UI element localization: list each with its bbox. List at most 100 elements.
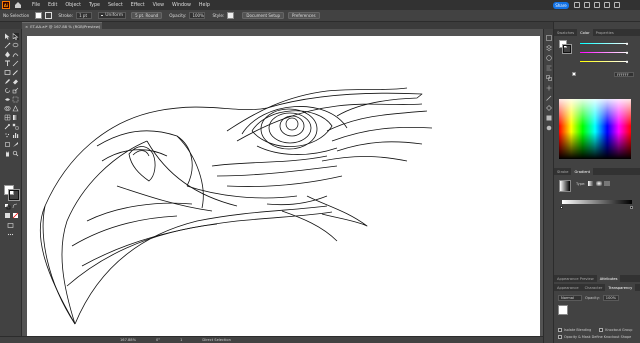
- gradient-slider[interactable]: [562, 200, 632, 204]
- opacity-mask-checkbox[interactable]: [558, 335, 562, 339]
- align-panel-icon[interactable]: [546, 65, 552, 71]
- menu-window[interactable]: Window: [172, 3, 191, 8]
- menu-effect[interactable]: Effect: [131, 3, 145, 8]
- tab-attributes[interactable]: Attributes: [596, 275, 621, 282]
- rotation-angle[interactable]: 0°: [156, 338, 160, 342]
- symbols-panel-icon[interactable]: [546, 105, 552, 111]
- properties-panel-icon[interactable]: [546, 35, 552, 41]
- home-icon[interactable]: [14, 1, 22, 9]
- mesh-icon[interactable]: [4, 114, 11, 121]
- layers-panel-icon[interactable]: [545, 45, 553, 51]
- document-setup-button[interactable]: Document Setup: [242, 12, 285, 19]
- blend-icon[interactable]: [12, 123, 19, 130]
- canvas-area[interactable]: [22, 29, 553, 336]
- tab-character[interactable]: Character: [582, 284, 606, 291]
- radial-gradient-button[interactable]: [596, 181, 602, 186]
- hex-color-field[interactable]: FFFFFF: [614, 72, 634, 77]
- eyedropper-icon[interactable]: [4, 123, 11, 130]
- red-slider-knob[interactable]: [626, 41, 628, 45]
- color-spectrum[interactable]: [559, 99, 631, 159]
- transparency-opacity-field[interactable]: 100%: [602, 295, 619, 301]
- symbol-sprayer-icon[interactable]: [4, 132, 11, 139]
- variable-width-profile[interactable]: Uniform: [98, 12, 127, 19]
- fill-swatch[interactable]: [35, 12, 43, 19]
- hand-icon[interactable]: [4, 150, 11, 157]
- green-slider-knob[interactable]: [626, 50, 628, 54]
- tab-color[interactable]: Color: [577, 29, 593, 36]
- tab-stroke[interactable]: Stroke: [554, 168, 571, 175]
- gradient-thumbnail[interactable]: [559, 180, 571, 192]
- transform-panel-icon[interactable]: [546, 85, 552, 91]
- brushes-panel-icon[interactable]: [546, 95, 552, 101]
- lasso-icon[interactable]: [12, 42, 19, 49]
- tab-transparency[interactable]: Transparency: [605, 284, 636, 291]
- appearance-panel-icon[interactable]: [546, 125, 552, 131]
- graphic-style-swatch[interactable]: [227, 12, 235, 19]
- default-colors-icon[interactable]: [4, 203, 11, 210]
- stroke-weight-field[interactable]: 1 pt: [76, 12, 93, 19]
- line-icon[interactable]: [12, 60, 19, 67]
- more-tools-icon[interactable]: [7, 231, 14, 238]
- menu-type[interactable]: Type: [89, 3, 100, 8]
- maximize-icon[interactable]: [604, 2, 610, 8]
- share-button[interactable]: Share: [553, 1, 569, 9]
- menu-view[interactable]: View: [153, 3, 164, 8]
- opacity-mask-row[interactable]: Opacity & Mask Define Knockout Shape: [558, 335, 631, 339]
- slice-icon[interactable]: [12, 141, 19, 148]
- brush-definition-dropdown[interactable]: 5 pt. Round: [131, 12, 163, 19]
- perspective-grid-icon[interactable]: [12, 105, 19, 112]
- rotate-icon[interactable]: [4, 87, 11, 94]
- knockout-group-checkbox[interactable]: [599, 328, 604, 332]
- transparency-thumbnail[interactable]: [558, 305, 568, 315]
- column-graph-icon[interactable]: [12, 132, 19, 139]
- blue-slider-knob[interactable]: [626, 59, 628, 63]
- none-color-icon[interactable]: [12, 212, 19, 219]
- artboard-icon[interactable]: [4, 141, 11, 148]
- menu-file[interactable]: File: [32, 3, 40, 8]
- artboard-number[interactable]: 1: [180, 338, 182, 342]
- tab-properties[interactable]: Properties: [593, 29, 617, 36]
- isolate-blending-row[interactable]: Isolate Blending Knockout Group: [558, 328, 632, 332]
- scale-icon[interactable]: [12, 87, 19, 94]
- isolate-blending-checkbox[interactable]: [558, 328, 562, 332]
- screen-mode-icon[interactable]: [7, 222, 14, 229]
- eagle-head-artwork[interactable]: [27, 36, 540, 336]
- color-mode-icon[interactable]: [4, 212, 11, 219]
- swap-colors-icon[interactable]: [12, 203, 19, 210]
- tab-appearance[interactable]: Appearance: [554, 284, 582, 291]
- minimize-icon[interactable]: [594, 2, 600, 8]
- shape-builder-icon[interactable]: [4, 105, 11, 112]
- type-icon[interactable]: [4, 60, 11, 67]
- width-icon[interactable]: [4, 96, 11, 103]
- gradient-stop-end[interactable]: [630, 206, 633, 209]
- document-tab-close[interactable]: ×: [25, 24, 28, 29]
- tab-gradient[interactable]: Gradient: [571, 168, 594, 175]
- free-transform-icon[interactable]: [12, 96, 19, 103]
- preferences-button[interactable]: Preferences: [288, 12, 320, 19]
- red-slider[interactable]: [580, 41, 632, 45]
- menu-help[interactable]: Help: [199, 3, 210, 8]
- artboard[interactable]: [27, 36, 540, 336]
- libraries-panel-icon[interactable]: [546, 55, 552, 61]
- document-tab[interactable]: × ET-AA.ai* @ 167.88 % (RGB/Preview): [22, 22, 102, 29]
- stroke-swatch[interactable]: [45, 12, 53, 19]
- brush-icon[interactable]: [12, 69, 19, 76]
- tab-appearance-preview[interactable]: Appearance Preview: [554, 275, 597, 282]
- direct-selection-icon[interactable]: [12, 32, 19, 40]
- close-icon[interactable]: [614, 2, 620, 8]
- blend-mode-dropdown[interactable]: Normal: [558, 295, 582, 301]
- stroke-color-box[interactable]: [8, 189, 20, 201]
- blue-slider[interactable]: [580, 59, 632, 63]
- arrange-icon[interactable]: [584, 2, 590, 8]
- zoom-level[interactable]: 167.88%: [120, 338, 136, 342]
- magic-wand-icon[interactable]: [4, 42, 11, 49]
- menu-object[interactable]: Object: [65, 3, 81, 8]
- pen-icon[interactable]: [4, 51, 11, 58]
- linear-gradient-button[interactable]: [588, 181, 594, 186]
- rectangle-icon[interactable]: [4, 69, 11, 76]
- pencil-icon[interactable]: [4, 78, 11, 85]
- gradient-icon[interactable]: [12, 114, 19, 121]
- opacity-field[interactable]: 100%: [189, 12, 206, 19]
- selection-tool-icon[interactable]: [4, 33, 11, 40]
- menu-edit[interactable]: Edit: [48, 3, 57, 8]
